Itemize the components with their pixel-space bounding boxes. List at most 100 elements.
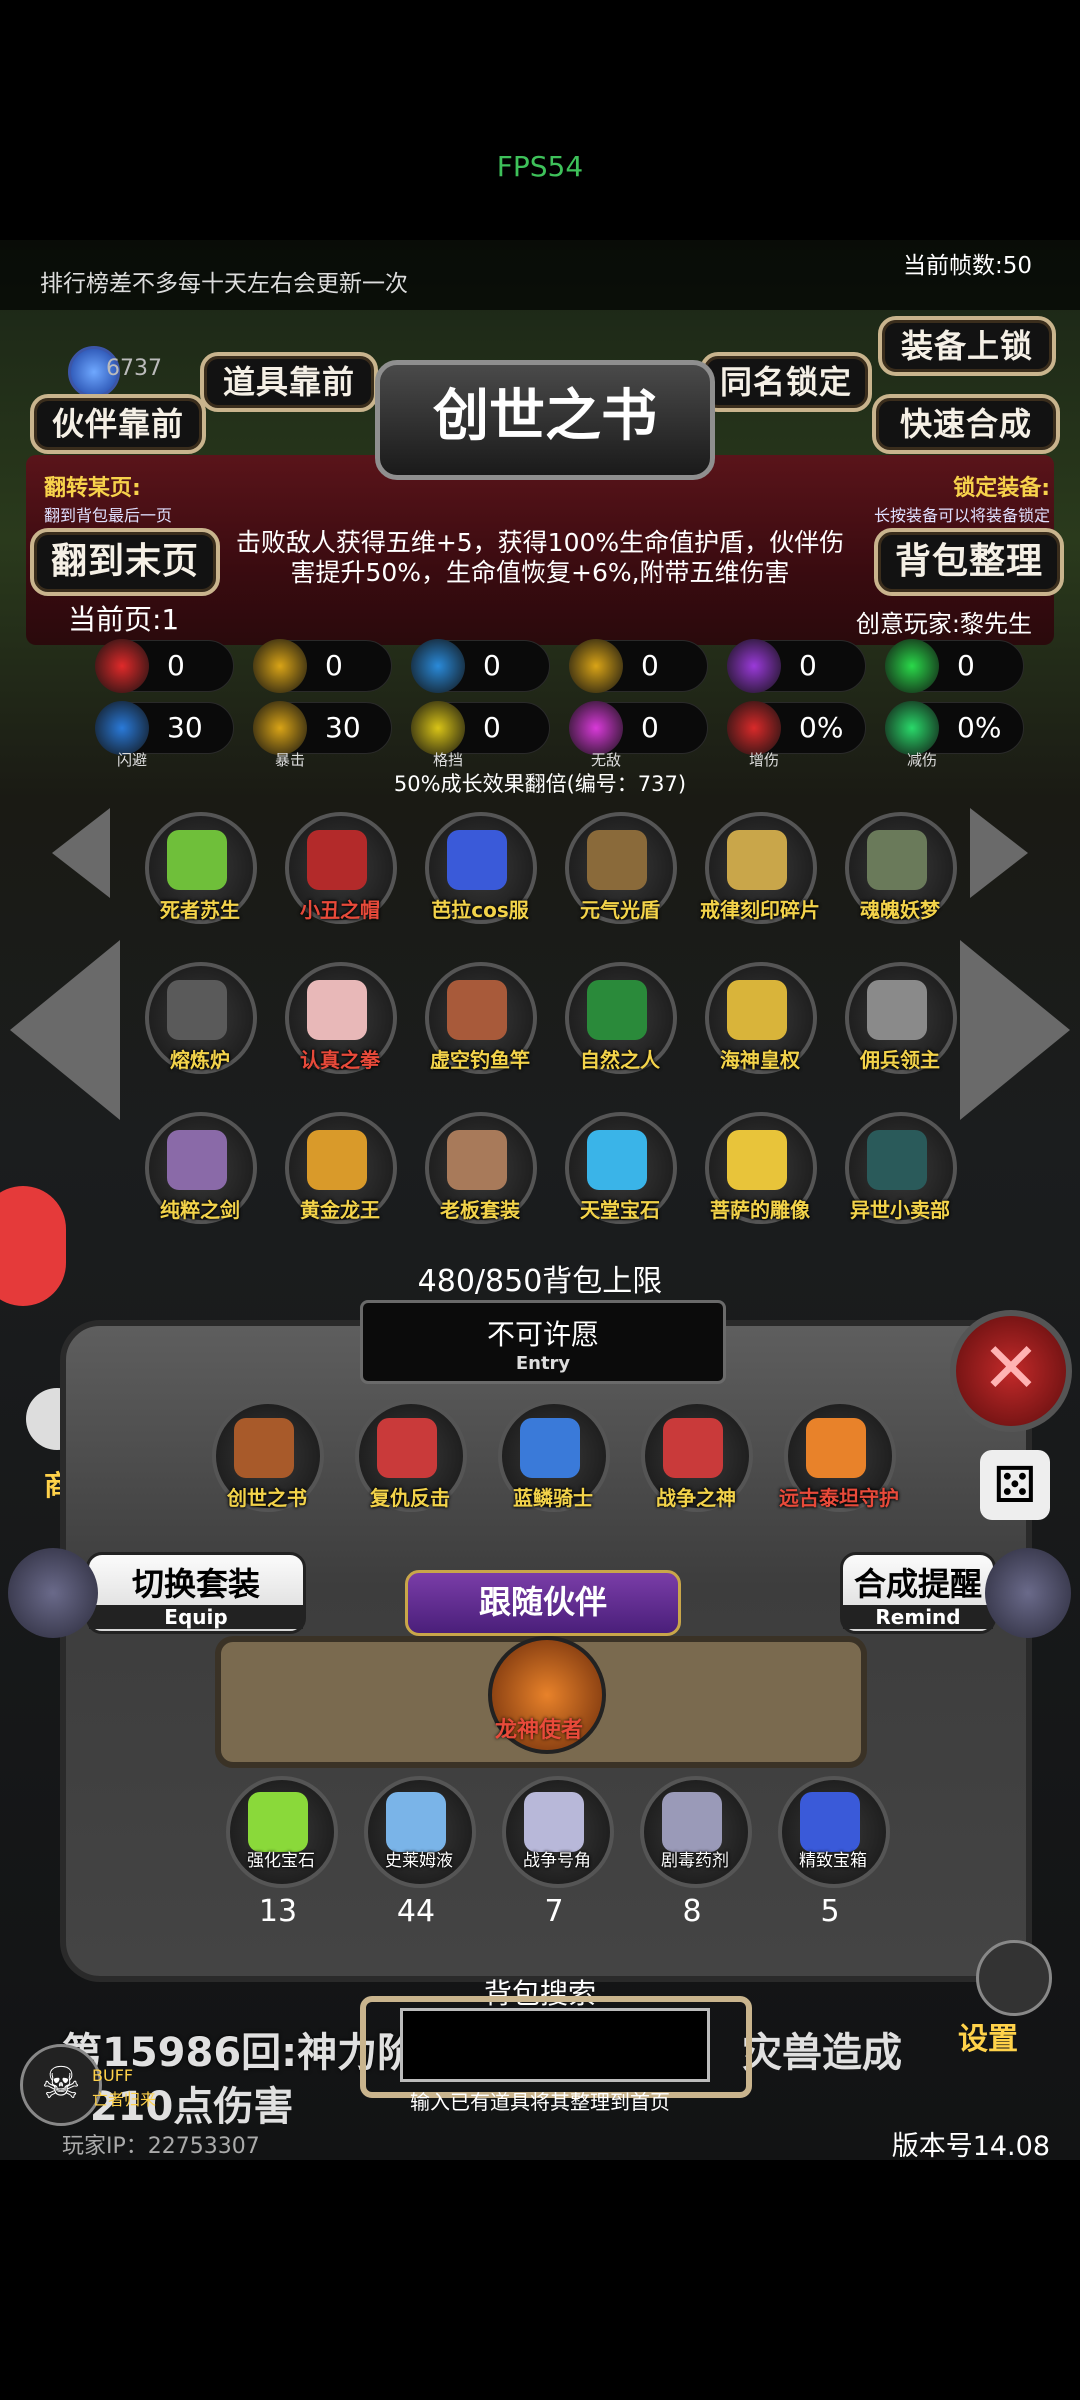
item-slot[interactable]: 虚空钓鱼竿 (425, 962, 537, 1074)
switch-equip-label: 切换套装 (131, 1565, 260, 1603)
item-icon (587, 1130, 647, 1190)
stat-defense: 0 (411, 639, 550, 693)
resource-slot[interactable]: 史莱姆液 44 (356, 1776, 476, 1936)
item-icon (867, 1130, 927, 1190)
items-front-button[interactable]: 道具靠前 (200, 352, 378, 412)
dodge-icon (95, 701, 149, 755)
stat-sub: 无敌 (591, 751, 622, 769)
prev-page-small-arrow-icon[interactable] (52, 808, 110, 898)
switch-equip-button[interactable]: 切换套装 Equip (86, 1552, 306, 1634)
item-slot[interactable]: 元气光盾 (565, 812, 677, 924)
partner-slot[interactable]: 远古泰坦守护 (779, 1400, 899, 1512)
item-icon (727, 830, 787, 890)
resource-icon (248, 1792, 308, 1852)
frame-count: 当前帧数:50 (902, 253, 1032, 279)
item-slot[interactable]: 魂魄妖梦 (845, 812, 957, 924)
partner-label: 战争之神 (656, 1486, 736, 1510)
resource-icon (386, 1792, 446, 1852)
next-page-arrow-icon[interactable] (960, 940, 1070, 1120)
partner-icon (520, 1418, 580, 1478)
profile-tab[interactable] (0, 1186, 66, 1306)
craft-remind-button[interactable]: 合成提醒 Remind (840, 1552, 996, 1634)
item-slot[interactable]: 熔炼炉 (145, 962, 257, 1074)
item-slot[interactable]: 天堂宝石 (565, 1112, 677, 1224)
dice-icon[interactable]: ⚄ (980, 1450, 1050, 1520)
bag-capacity: 480/850背包上限 (417, 1264, 663, 1299)
item-slot[interactable]: 死者苏生 (145, 812, 257, 924)
partner-slot[interactable]: 战争之神 (641, 1400, 753, 1512)
sword-icon (569, 639, 623, 693)
skull-icon[interactable]: ☠ (20, 2044, 102, 2126)
resource-label: 精致宝箱 (799, 1851, 867, 1871)
partner-slot[interactable]: 蓝鳞骑士 (498, 1400, 610, 1512)
item-slot[interactable]: 老板套装 (425, 1112, 537, 1224)
item-slot[interactable]: 海神皇权 (705, 962, 817, 1074)
resource-slot[interactable]: 剧毒药剂 8 (632, 1776, 752, 1936)
wish-bar[interactable]: 不可许愿 Entry (360, 1300, 726, 1384)
partner-front-button[interactable]: 伙伴靠前 (30, 394, 206, 454)
item-label: 海神皇权 (720, 1048, 800, 1072)
item-slot[interactable]: 异世小卖部 (845, 1112, 957, 1224)
item-icon (727, 980, 787, 1040)
stat-value: 0% (799, 711, 844, 744)
item-slot[interactable]: 菩萨的雕像 (705, 1112, 817, 1224)
item-slot[interactable]: 自然之人 (565, 962, 677, 1074)
same-name-lock-button[interactable]: 同名锁定 (700, 352, 872, 412)
item-slot[interactable]: 纯粹之剑 (145, 1112, 257, 1224)
item-slot[interactable]: 芭拉cos服 (425, 812, 537, 924)
item-label: 元气光盾 (580, 898, 660, 922)
to-last-page-button[interactable]: 翻到末页 (30, 528, 220, 596)
wish-sub: Entry (515, 1353, 571, 1374)
fps-counter: FPS54 (496, 150, 584, 183)
item-icon (167, 1130, 227, 1190)
search-input[interactable] (400, 2008, 710, 2082)
close-icon[interactable]: ✕ (950, 1310, 1072, 1432)
resource-label: 剧毒药剂 (661, 1851, 729, 1871)
bag-sort-button[interactable]: 背包整理 (874, 528, 1064, 596)
partner-slot[interactable]: 复仇反击 (355, 1400, 467, 1512)
partner-icon (806, 1418, 866, 1478)
item-label: 黄金龙王 (300, 1198, 380, 1222)
item-label: 天堂宝石 (580, 1198, 660, 1222)
equip-lock-button[interactable]: 装备上锁 (878, 316, 1056, 376)
resource-slot[interactable]: 战争号角 7 (494, 1776, 614, 1936)
gear-icon[interactable] (976, 1940, 1052, 2016)
item-slot[interactable]: 黄金龙王 (285, 1112, 397, 1224)
growth-bonus: 50%成长效果翻倍(编号：737) (393, 772, 687, 796)
resource-count: 13 (258, 1894, 298, 1929)
item-icon (727, 1130, 787, 1190)
item-icon (867, 980, 927, 1040)
stats-row-1: 0 0 0 0 0 0 (92, 639, 1032, 696)
current-page: 当前页:1 (68, 603, 180, 636)
item-slot[interactable]: 认真之拳 (285, 962, 397, 1074)
item-label: 芭拉cos服 (431, 898, 529, 922)
stat-value: 0 (167, 649, 185, 682)
book-description: 击败敌人获得五维+5，获得100%生命值护盾，伙伴伤害提升50%，生命值恢复+6… (235, 528, 845, 587)
settings-label[interactable]: 设置 (958, 2014, 1018, 2058)
item-label: 自然之人 (580, 1048, 660, 1072)
item-slot[interactable]: 佣兵领主 (845, 962, 957, 1074)
lightning-icon (727, 639, 781, 693)
creator-label: 创意玩家:黎先生 (855, 610, 1032, 638)
partner-slot[interactable]: 创世之书 (212, 1400, 324, 1512)
next-page-small-arrow-icon[interactable] (970, 808, 1028, 898)
resource-slot[interactable]: 精致宝箱 5 (770, 1776, 890, 1936)
stat-attack: 0 (569, 639, 708, 693)
leaderboard-notice: 排行榜差不多每十天左右会更新一次 (40, 271, 408, 297)
stat-speed: 0 (727, 639, 866, 693)
resource-slot[interactable]: 强化宝石 13 (218, 1776, 338, 1936)
stat-luck: 0 (885, 639, 1024, 693)
stat-strength: 0 (253, 639, 392, 693)
switch-equip-sub: Equip (89, 1605, 303, 1629)
item-label: 佣兵领主 (860, 1048, 940, 1072)
item-label: 虚空钓鱼竿 (430, 1048, 530, 1072)
buff-sub: 亡者归来 (92, 2090, 157, 2109)
item-slot[interactable]: 小丑之帽 (285, 812, 397, 924)
quick-craft-button[interactable]: 快速合成 (872, 394, 1060, 454)
item-icon (447, 1130, 507, 1190)
partner-icon (377, 1418, 437, 1478)
item-label: 戒律刻印碎片 (700, 898, 820, 922)
item-slot[interactable]: 戒律刻印碎片 (700, 812, 820, 924)
prev-page-arrow-icon[interactable] (10, 940, 120, 1120)
resource-count: 44 (396, 1894, 436, 1929)
